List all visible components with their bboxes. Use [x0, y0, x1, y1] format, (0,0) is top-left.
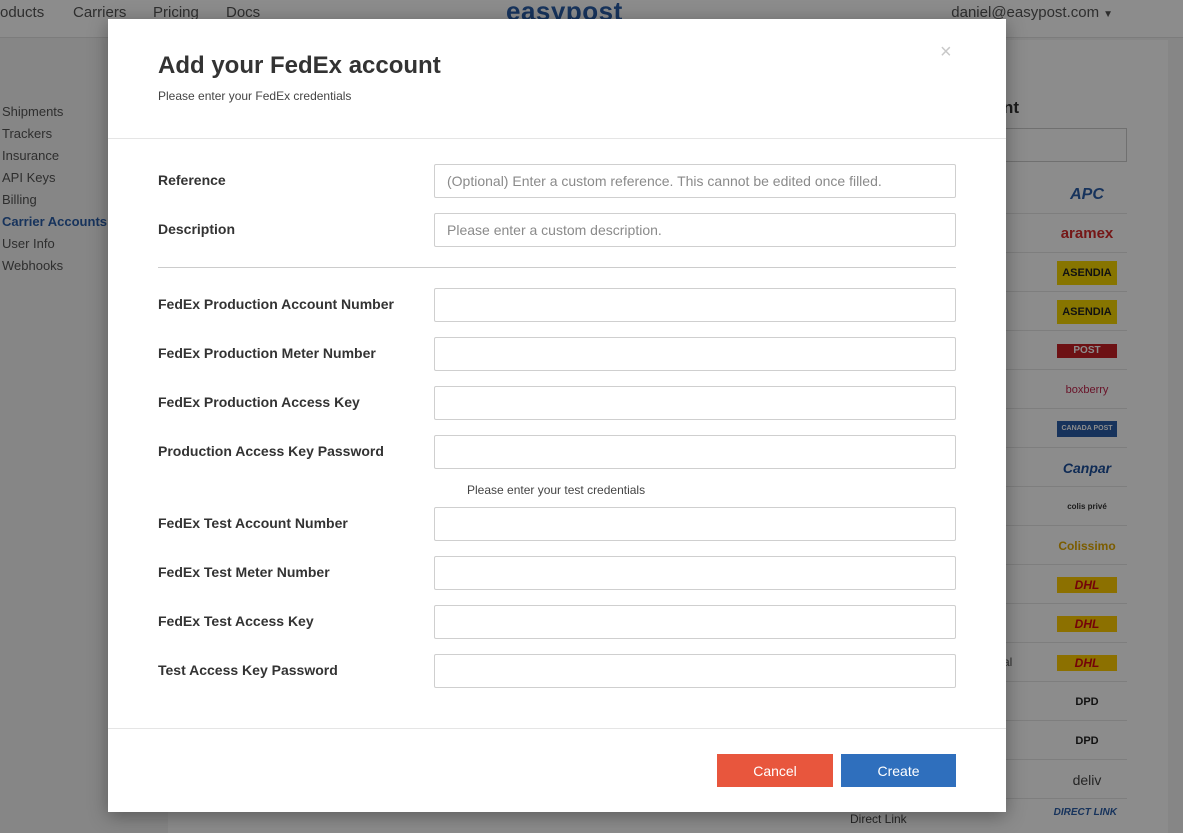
test-meter-label: FedEx Test Meter Number	[158, 564, 330, 580]
prod-password-row: Production Access Key Password	[158, 435, 956, 469]
prod-key-label: FedEx Production Access Key	[158, 394, 360, 410]
prod-account-input[interactable]	[434, 288, 956, 322]
test-account-input[interactable]	[434, 507, 956, 541]
prod-meter-label: FedEx Production Meter Number	[158, 345, 376, 361]
prod-meter-input[interactable]	[434, 337, 956, 371]
add-fedex-modal: Add your FedEx account Please enter your…	[108, 19, 1006, 812]
reference-label: Reference	[158, 172, 226, 188]
prod-key-input[interactable]	[434, 386, 956, 420]
prod-account-row: FedEx Production Account Number	[158, 288, 956, 322]
prod-key-row: FedEx Production Access Key	[158, 386, 956, 420]
modal-header: Add your FedEx account Please enter your…	[108, 19, 1006, 139]
test-account-label: FedEx Test Account Number	[158, 515, 348, 531]
prod-password-label: Production Access Key Password	[158, 443, 384, 459]
test-credentials-note: Please enter your test credentials	[467, 483, 646, 497]
test-account-row: FedEx Test Account Number	[158, 507, 956, 541]
modal-title: Add your FedEx account	[158, 52, 441, 79]
modal-subtitle: Please enter your FedEx credentials	[158, 89, 352, 103]
test-meter-input[interactable]	[434, 556, 956, 590]
test-key-label: FedEx Test Access Key	[158, 613, 314, 629]
cancel-button[interactable]: Cancel	[717, 754, 833, 787]
test-password-input[interactable]	[434, 654, 956, 688]
test-key-input[interactable]	[434, 605, 956, 639]
test-password-label: Test Access Key Password	[158, 662, 338, 678]
prod-account-label: FedEx Production Account Number	[158, 296, 394, 312]
reference-row: Reference	[158, 164, 956, 198]
test-key-row: FedEx Test Access Key	[158, 605, 956, 639]
test-password-row: Test Access Key Password	[158, 654, 956, 688]
close-icon[interactable]: ×	[940, 41, 952, 64]
reference-input[interactable]	[434, 164, 956, 198]
form-divider	[158, 267, 956, 268]
description-row: Description	[158, 213, 956, 247]
test-meter-row: FedEx Test Meter Number	[158, 556, 956, 590]
prod-password-input[interactable]	[434, 435, 956, 469]
modal-footer: Cancel Create	[108, 728, 1006, 812]
description-input[interactable]	[434, 213, 956, 247]
prod-meter-row: FedEx Production Meter Number	[158, 337, 956, 371]
create-button[interactable]: Create	[841, 754, 956, 787]
description-label: Description	[158, 221, 236, 237]
